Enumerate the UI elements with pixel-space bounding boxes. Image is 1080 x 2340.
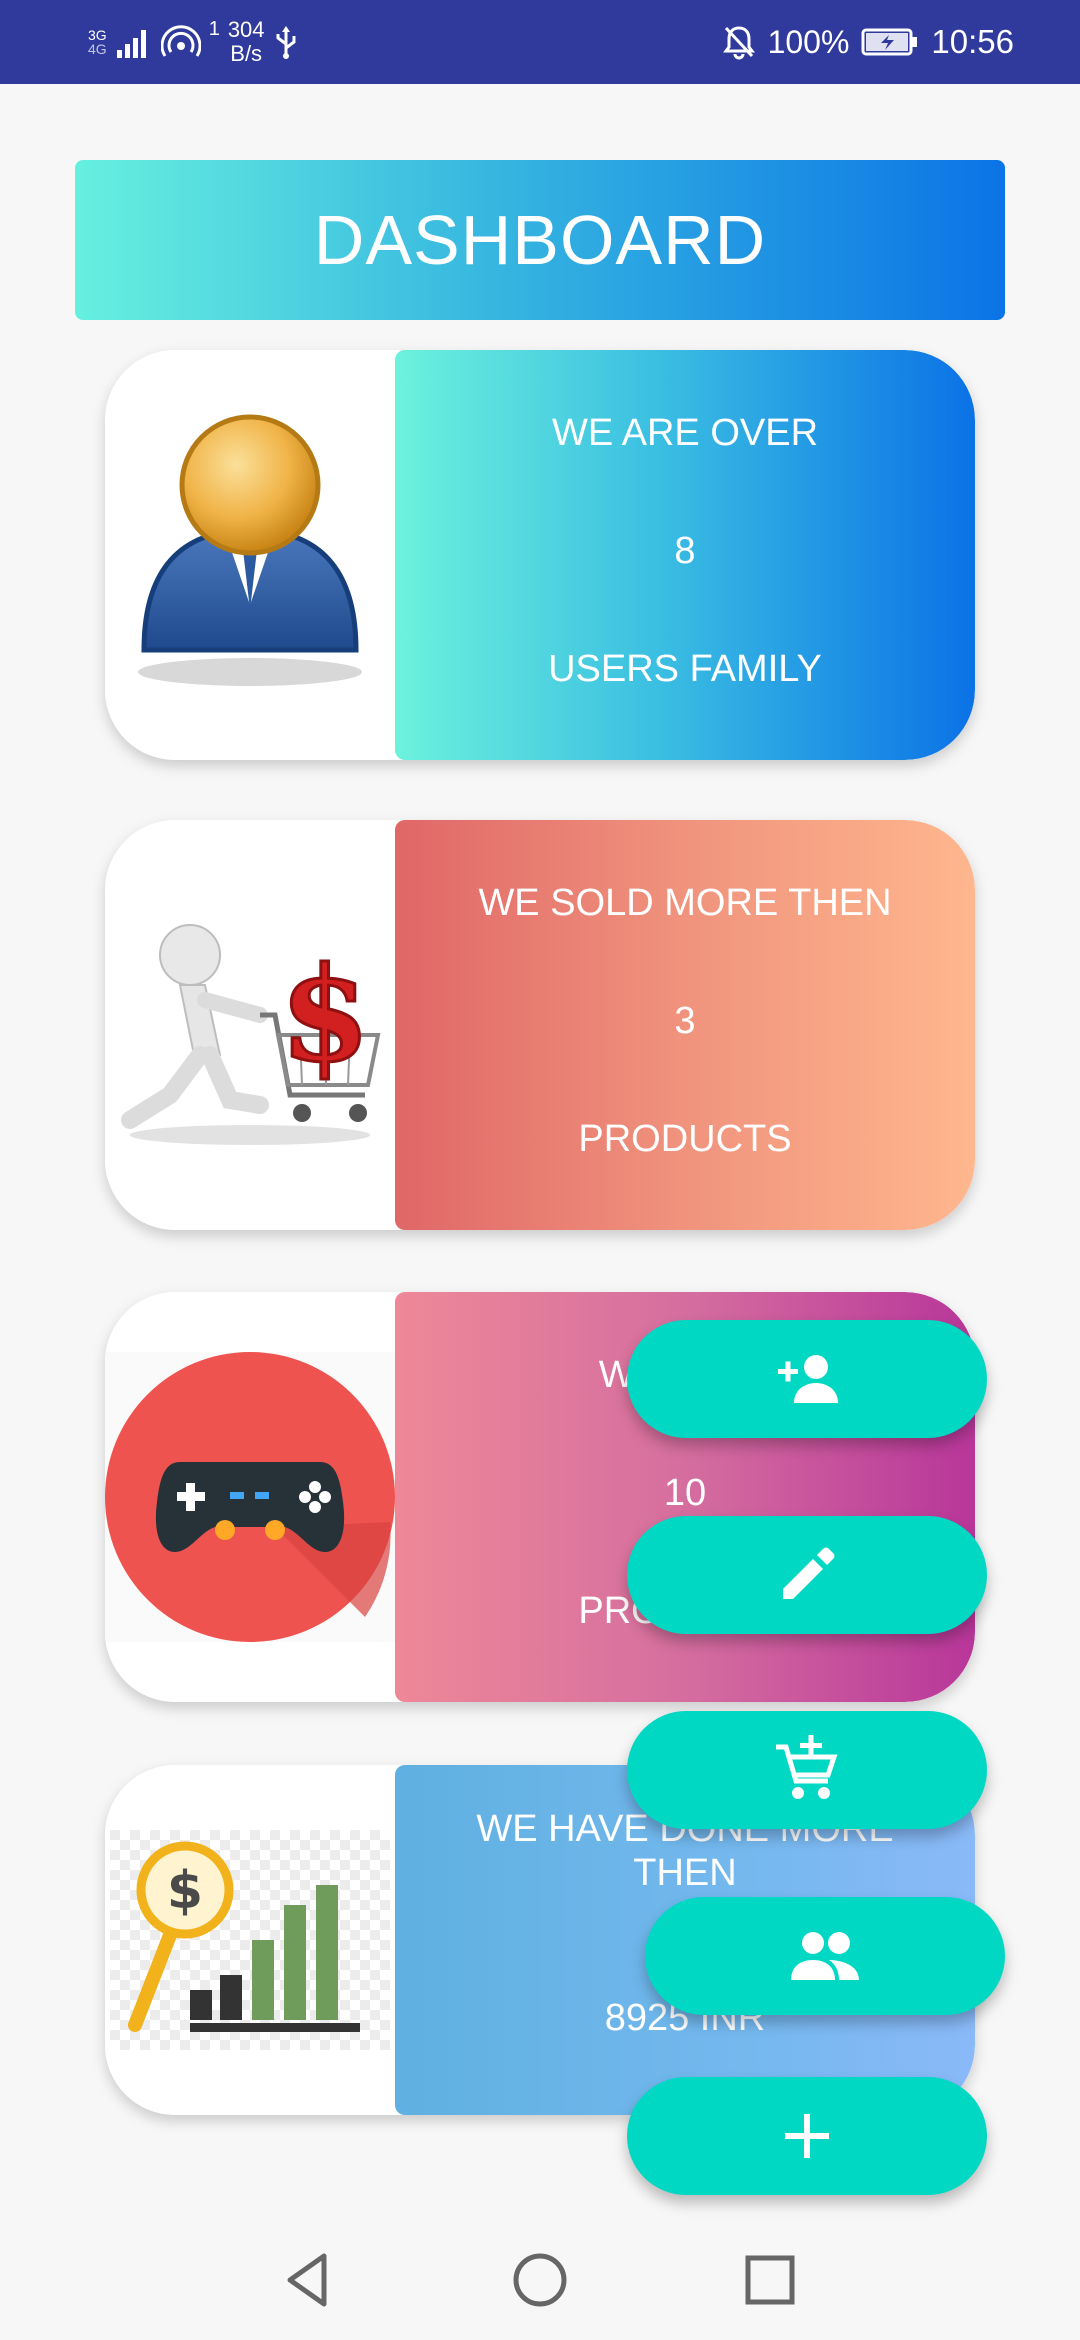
clock-time: 10:56 [931,23,1014,60]
home-icon[interactable] [508,2248,572,2312]
speed-value: 304 [227,17,265,42]
notifications-off-icon [722,26,755,60]
page-title: DASHBOARD [313,201,767,279]
sim-index: 1 [208,18,220,40]
back-icon[interactable] [278,2248,342,2312]
sales-stat-card[interactable]: $ WE SOLD MORE THEN 3 PRODUCTS [105,820,975,1230]
recents-icon[interactable] [738,2248,802,2312]
add-to-cart-button[interactable] [627,1711,987,1829]
svg-text:$: $ [280,938,370,1091]
svg-text:$: $ [167,1861,203,1921]
shopping-cart-dollar-image: $ [105,820,395,1230]
users-icon [791,1932,859,1980]
card-value: 10 [663,1472,707,1514]
network-type-label: 3G [88,27,107,43]
add-button[interactable] [627,2077,987,2195]
battery-percent: 100% [767,23,850,60]
user-avatar-image [105,350,395,760]
status-right: 100% 10:56 [722,16,1014,68]
revenue-chart-image: $ [105,1765,395,2115]
card-caption: PRODUCTS [578,1118,792,1160]
add-user-icon [778,1355,838,1403]
speed-unit: B/s [230,41,263,66]
card-caption: USERS FAMILY [548,648,822,690]
network-type: 3G 4G [88,28,107,56]
card-heading: WE ARE OVER [551,412,819,454]
sales-stat-panel: WE SOLD MORE THEN 3 PRODUCTS [395,820,975,1230]
status-bar: 3G 4G 1 304 B/s 100% 10:56 [0,0,1080,84]
users-stat-panel: WE ARE OVER 8 USERS FAMILY [395,350,975,760]
status-left: 3G 4G 1 304 B/s [88,16,299,68]
users-button[interactable] [645,1897,1005,2015]
page-title-banner: DASHBOARD [75,160,1005,320]
usb-icon [276,26,296,59]
edit-icon [783,1547,835,1599]
users-stat-card[interactable]: WE ARE OVER 8 USERS FAMILY [105,350,975,760]
card-value: 8 [674,530,696,572]
network-sub-label: 4G [88,41,107,57]
system-navigation-bar [0,2220,1080,2340]
gamepad-image [105,1292,395,1702]
card-value: 3 [674,1000,696,1042]
hotspot-icon [160,25,201,57]
plus-icon [785,2114,829,2158]
battery-charging-icon [861,28,918,56]
signal-icon [116,30,146,58]
add-user-button[interactable] [627,1320,987,1438]
network-speed: 304 B/s [228,18,265,66]
edit-button[interactable] [627,1516,987,1634]
add-to-cart-icon [776,1735,838,1799]
card-heading: WE SOLD MORE THEN [478,882,892,924]
